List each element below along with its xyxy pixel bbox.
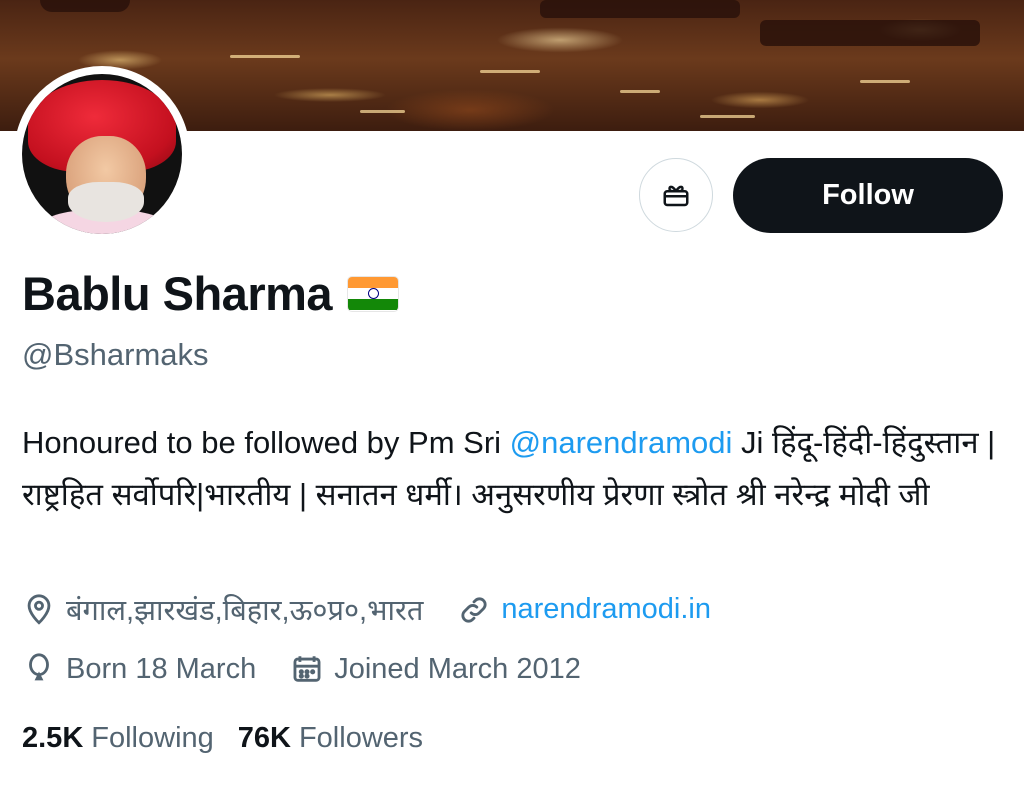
profile-avatar[interactable] <box>14 66 190 242</box>
follow-button[interactable]: Follow <box>733 158 1003 233</box>
following-count: 2.5K <box>22 722 84 754</box>
profile-meta-row-1: बंगाल,झारखंड,बिहार,ऊ०प्र०,भारत narendram… <box>22 590 745 629</box>
india-flag-icon <box>348 276 399 311</box>
location-pin-icon <box>27 593 51 625</box>
gift-button[interactable] <box>639 158 713 232</box>
bio-text-prefix: Honoured to be followed by Pm Sri <box>22 425 510 460</box>
followers-label: Followers <box>298 722 424 754</box>
location-text: बंगाल,झारखंड,बिहार,ऊ०प्र०,भारत <box>66 595 424 627</box>
follow-stats: 2.5K Following 76K Followers <box>22 722 423 755</box>
followers-stat[interactable]: 76K Followers <box>238 722 423 755</box>
birthday-text: Born 18 March <box>66 652 257 685</box>
location-item: बंगाल,झारखंड,बिहार,ऊ०प्र०,भारत <box>22 590 423 629</box>
profile-bio: Honoured to be followed by Pm Sri @naren… <box>22 417 1012 521</box>
website-link[interactable]: narendramodi.in <box>501 593 711 626</box>
followers-count: 76K <box>237 722 291 754</box>
avatar-image <box>22 74 182 234</box>
following-stat[interactable]: 2.5K Following <box>22 722 214 755</box>
gift-icon <box>663 185 689 207</box>
calendar-icon <box>293 656 321 682</box>
joined-text: Joined March 2012 <box>334 652 581 685</box>
display-name: Bablu Sharma <box>22 267 333 320</box>
balloon-icon <box>29 653 49 681</box>
link-icon <box>461 596 487 623</box>
following-label: Following <box>91 722 214 754</box>
birthday-item: Born 18 March <box>22 652 256 686</box>
bio-mention-link[interactable]: @narendramodi <box>510 425 733 460</box>
profile-name-row: Bablu Sharma <box>22 266 399 321</box>
website-item[interactable]: narendramodi.in <box>457 593 711 627</box>
joined-item: Joined March 2012 <box>290 652 581 686</box>
profile-meta-row-2: Born 18 March Joined March 2012 <box>22 652 615 686</box>
user-handle: @Bsharmaks <box>22 337 209 372</box>
